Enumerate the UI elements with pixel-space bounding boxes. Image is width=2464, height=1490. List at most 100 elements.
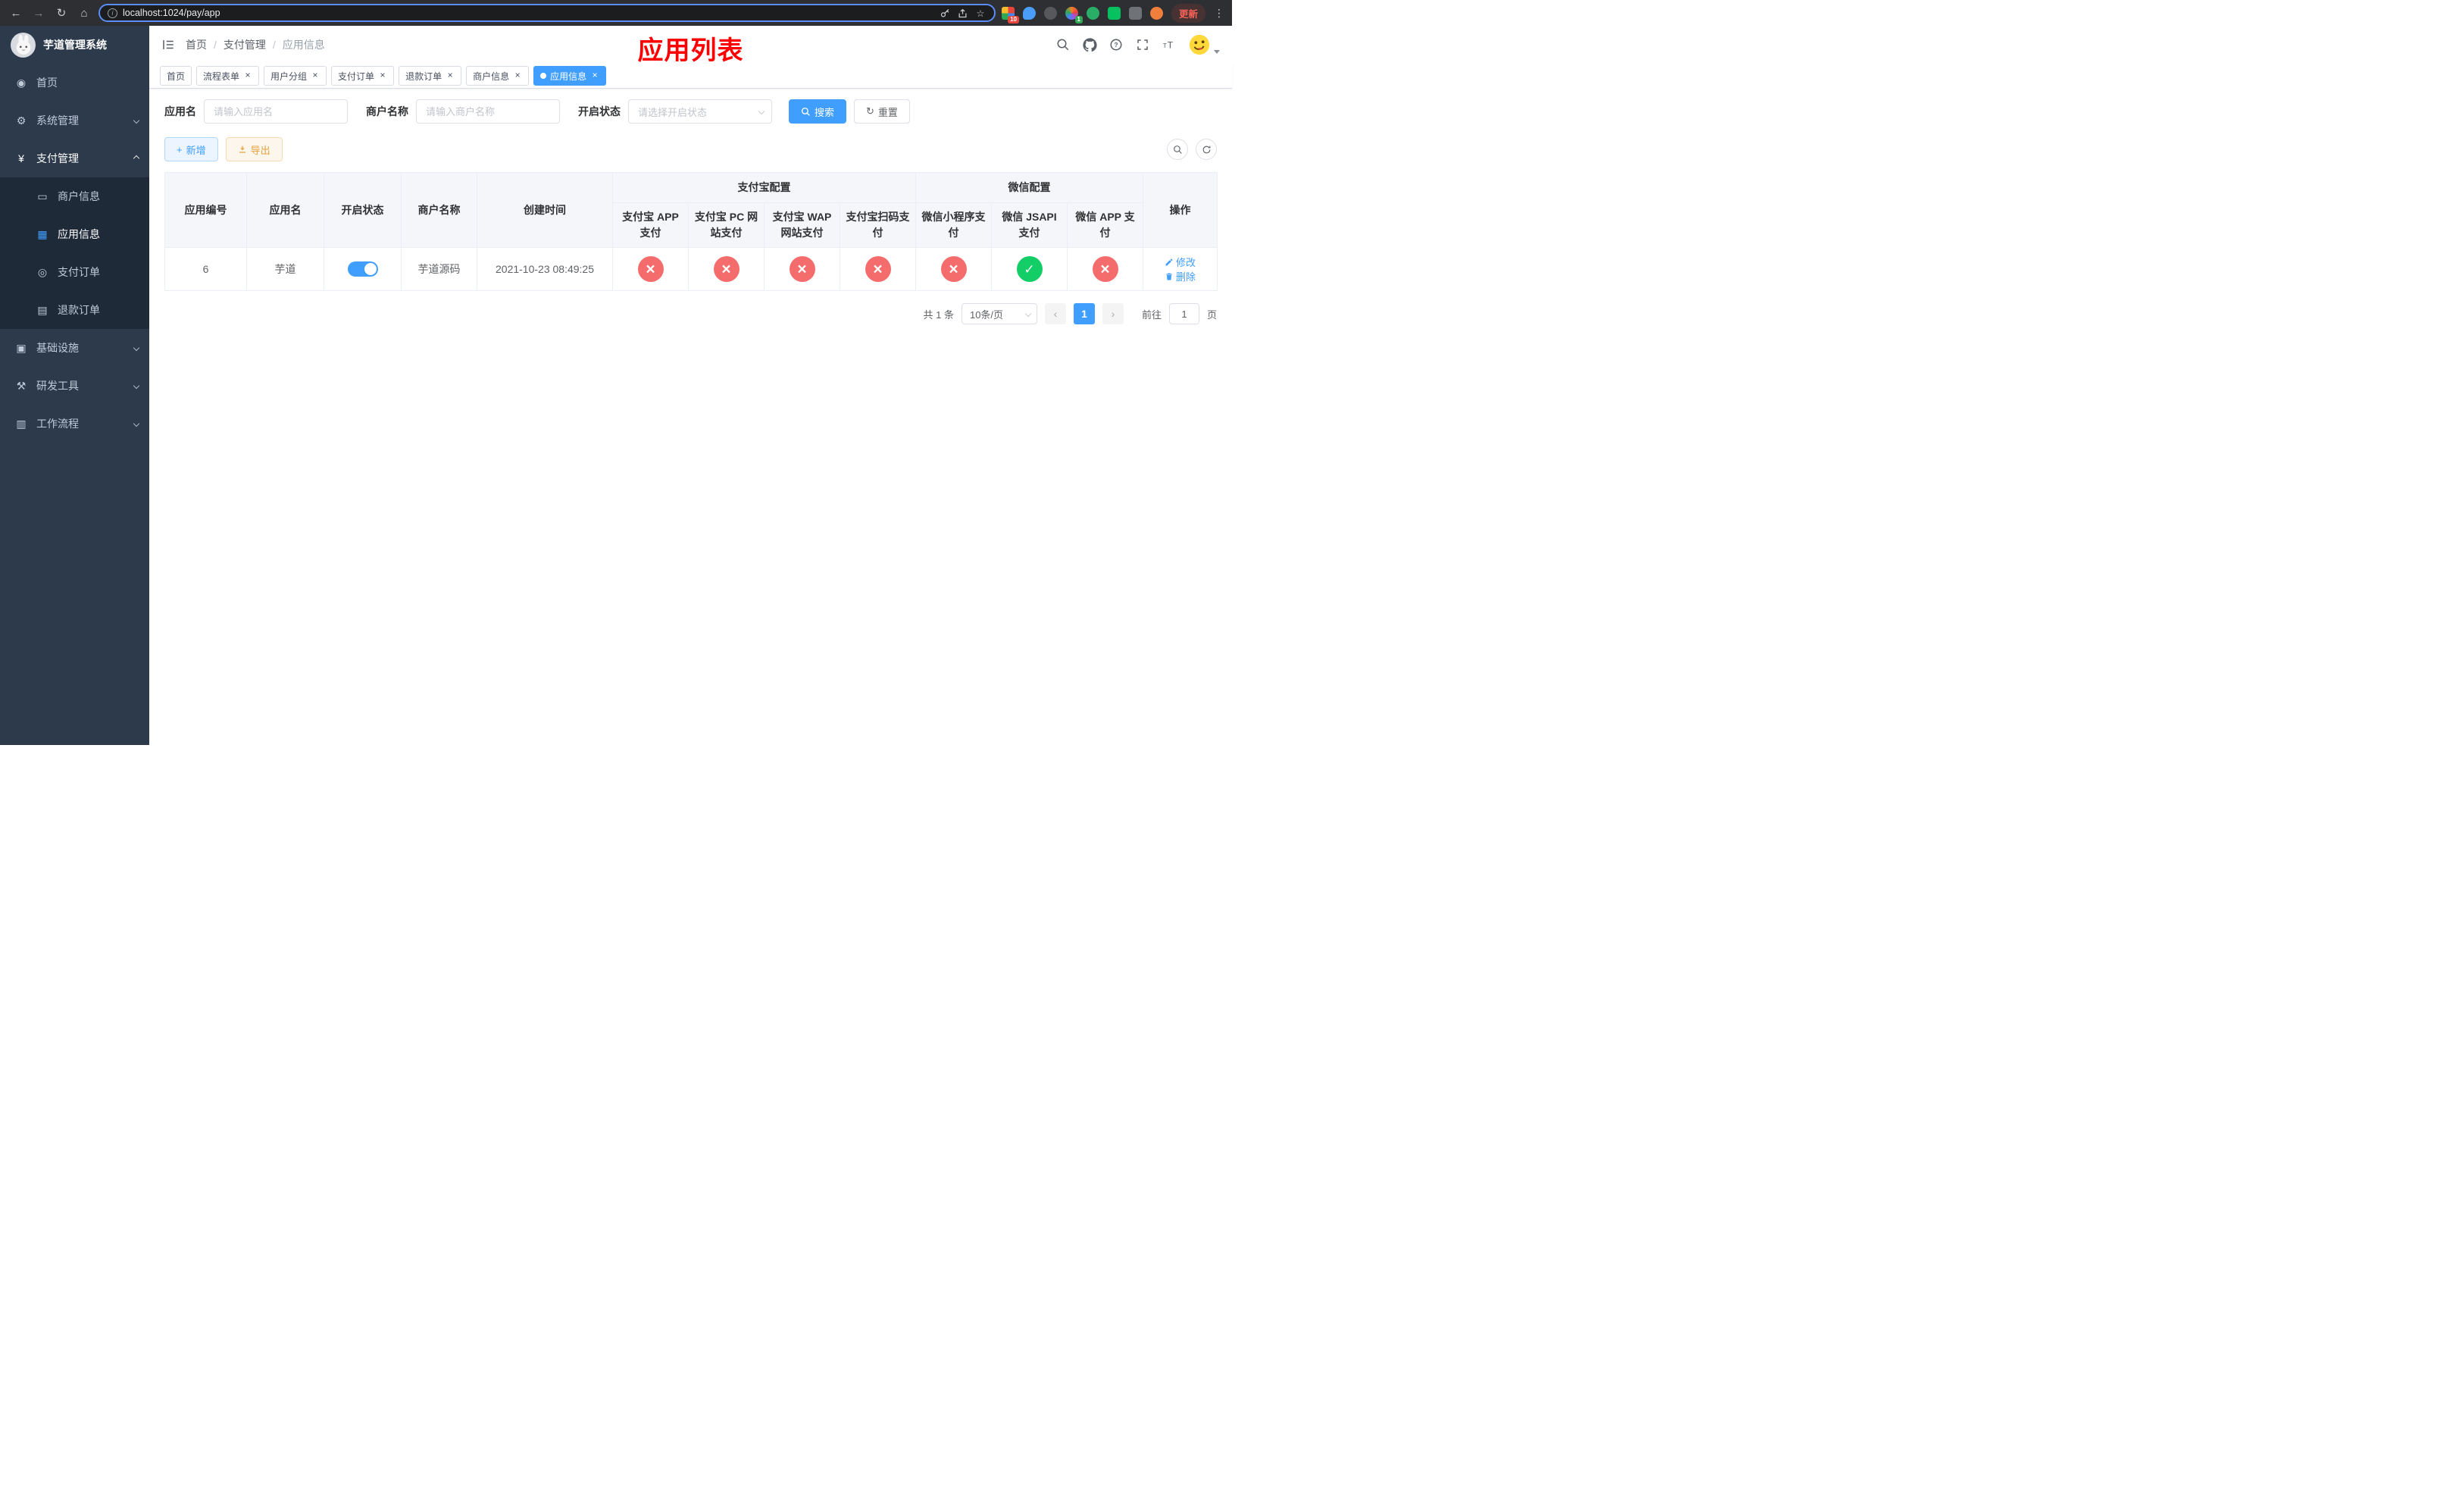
sidebar-item-app-info[interactable]: ▦ 应用信息 bbox=[0, 215, 149, 253]
sidebar-item-devtools[interactable]: ⚒ 研发工具 bbox=[0, 367, 149, 405]
export-button[interactable]: 导出 bbox=[225, 137, 283, 161]
extension-icon-4[interactable]: 1 bbox=[1065, 6, 1083, 23]
merchant-name-label: 商户名称 bbox=[366, 105, 408, 117]
extension-icon-1[interactable]: 10 bbox=[1001, 6, 1019, 23]
edit-link-label: 修改 bbox=[1175, 257, 1196, 268]
alipay-wap-status-icon bbox=[789, 256, 815, 282]
sidebar-item-merchant-info[interactable]: ▭ 商户信息 bbox=[0, 177, 149, 215]
status-select[interactable]: 请选择开启状态 bbox=[628, 99, 772, 124]
search-button[interactable]: 搜索 bbox=[789, 99, 847, 124]
wx-jsapi-status-icon bbox=[1016, 256, 1043, 282]
sidebar-item-label: 基础设施 bbox=[36, 342, 79, 354]
prev-page-button[interactable]: ‹ bbox=[1044, 303, 1066, 324]
breadcrumb-home[interactable]: 首页 bbox=[186, 37, 207, 52]
browser-chrome: ← → ↻ ⌂ i localhost:1024/pay/app ☆ 10 1 … bbox=[0, 0, 1232, 26]
browser-back-icon[interactable]: ← bbox=[8, 5, 24, 21]
sidebar-item-infra[interactable]: ▣ 基础设施 bbox=[0, 329, 149, 367]
extension-icon-3[interactable] bbox=[1043, 6, 1057, 20]
extension-icon-5[interactable] bbox=[1086, 6, 1099, 20]
page-content: 应用名 商户名称 开启状态 请选择开启状态 搜索 ↻ 重置 bbox=[149, 89, 1232, 745]
reset-button[interactable]: ↻ 重置 bbox=[854, 99, 910, 124]
browser-update-button[interactable]: 更新 bbox=[1171, 3, 1205, 23]
chevron-down-icon bbox=[133, 382, 140, 390]
extension-icon-2[interactable] bbox=[1022, 6, 1036, 20]
reset-icon: ↻ bbox=[866, 105, 874, 117]
site-info-icon[interactable]: i bbox=[108, 8, 117, 18]
fullscreen-icon[interactable] bbox=[1135, 37, 1150, 52]
help-icon[interactable]: ? bbox=[1108, 37, 1124, 52]
goto-page-input[interactable] bbox=[1168, 303, 1199, 324]
status-toggle[interactable] bbox=[347, 261, 378, 277]
sidebar-collapse-icon[interactable] bbox=[161, 38, 175, 52]
page-size-select[interactable]: 10条/页 bbox=[961, 303, 1037, 324]
tab-app-info[interactable]: 应用信息 × bbox=[533, 66, 607, 86]
tab-user-group[interactable]: 用户分组 × bbox=[264, 66, 327, 86]
browser-refresh-icon[interactable]: ↻ bbox=[53, 5, 70, 21]
tab-merchant-info[interactable]: 商户信息 × bbox=[466, 66, 530, 86]
pagination: 共 1 条 10条/页 ‹ 1 › 前往 页 bbox=[164, 303, 1217, 324]
column-header: 微信 JSAPI 支付 bbox=[991, 202, 1068, 248]
extension-puzzle-icon[interactable] bbox=[1128, 6, 1142, 20]
toggle-search-button[interactable] bbox=[1167, 139, 1188, 160]
page-number-button[interactable]: 1 bbox=[1073, 303, 1095, 324]
browser-menu-icon[interactable]: ⋮ bbox=[1214, 7, 1224, 20]
close-icon[interactable]: × bbox=[243, 70, 252, 80]
sidebar-item-home[interactable]: ◉ 首页 bbox=[0, 64, 149, 102]
close-icon[interactable]: × bbox=[446, 70, 455, 80]
share-icon[interactable] bbox=[957, 7, 969, 19]
sidebar-item-label: 商户信息 bbox=[58, 190, 100, 202]
close-icon[interactable]: × bbox=[590, 70, 599, 80]
merchant-name-input[interactable] bbox=[416, 99, 560, 124]
app-name-input[interactable] bbox=[204, 99, 348, 124]
tab-pay-order[interactable]: 支付订单 × bbox=[331, 66, 395, 86]
sidebar-item-payment[interactable]: ¥ 支付管理 bbox=[0, 139, 149, 177]
delete-link[interactable]: 删除 bbox=[1165, 269, 1196, 283]
github-icon[interactable] bbox=[1082, 37, 1097, 52]
breadcrumb-separator: / bbox=[272, 39, 276, 51]
sidebar-item-pay-order[interactable]: ◎ 支付订单 bbox=[0, 253, 149, 291]
font-size-icon[interactable]: TT bbox=[1162, 37, 1177, 52]
close-icon[interactable]: × bbox=[378, 70, 387, 80]
search-icon[interactable] bbox=[1055, 37, 1071, 52]
close-icon[interactable]: × bbox=[311, 70, 320, 80]
app-name-label: 应用名 bbox=[164, 105, 196, 117]
browser-home-icon[interactable]: ⌂ bbox=[76, 5, 92, 21]
password-key-icon[interactable] bbox=[940, 7, 952, 19]
app-title: 芋道管理系统 bbox=[43, 39, 107, 51]
user-avatar[interactable] bbox=[1188, 33, 1220, 56]
goto-label: 前往 bbox=[1141, 308, 1162, 321]
extension-icon-8[interactable] bbox=[1149, 6, 1163, 20]
tab-label: 商户信息 bbox=[473, 70, 510, 82]
next-page-button[interactable]: › bbox=[1102, 303, 1124, 324]
app-table: 应用编号 应用名 开启状态 商户名称 创建时间 支付宝配置 微信配置 操作 支付… bbox=[164, 172, 1218, 291]
sidebar-item-workflow[interactable]: ▥ 工作流程 bbox=[0, 405, 149, 443]
tab-label: 退款订单 bbox=[405, 70, 442, 82]
tab-home[interactable]: 首页 bbox=[160, 66, 192, 86]
table-toolbar: + 新增 导出 bbox=[164, 137, 1217, 161]
bookmark-star-icon[interactable]: ☆ bbox=[974, 7, 987, 19]
top-navbar: 首页 / 支付管理 / 应用信息 应用列表 ? T T bbox=[149, 26, 1232, 65]
edit-link[interactable]: 修改 bbox=[1165, 255, 1196, 269]
url-text[interactable]: localhost:1024/pay/app bbox=[123, 8, 934, 18]
annotation-title: 应用列表 bbox=[637, 36, 744, 65]
tab-refund-order[interactable]: 退款订单 × bbox=[399, 66, 462, 86]
add-button[interactable]: + 新增 bbox=[164, 137, 218, 161]
sidebar-item-label: 应用信息 bbox=[58, 228, 100, 240]
sidebar-item-label: 退款订单 bbox=[58, 304, 100, 316]
close-icon[interactable]: × bbox=[513, 70, 522, 80]
sidebar-item-refund-order[interactable]: ▤ 退款订单 bbox=[0, 291, 149, 329]
extension-icon-6[interactable] bbox=[1107, 6, 1121, 20]
sidebar-item-label: 工作流程 bbox=[36, 418, 79, 430]
app-logo[interactable]: 芋道管理系统 bbox=[0, 26, 149, 64]
breadcrumb-payment[interactable]: 支付管理 bbox=[224, 37, 266, 52]
cell-created: 2021-10-23 08:49:25 bbox=[477, 247, 613, 291]
tab-process-form[interactable]: 流程表单 × bbox=[196, 66, 260, 86]
refresh-table-button[interactable] bbox=[1196, 139, 1217, 160]
column-header: 应用编号 bbox=[164, 172, 247, 248]
sidebar-item-system[interactable]: ⚙ 系统管理 bbox=[0, 102, 149, 139]
extension-badge: 10 bbox=[1008, 15, 1019, 23]
url-bar[interactable]: i localhost:1024/pay/app ☆ bbox=[98, 4, 996, 22]
browser-forward-icon[interactable]: → bbox=[30, 5, 47, 21]
status-label: 开启状态 bbox=[578, 105, 621, 117]
filter-form: 应用名 商户名称 开启状态 请选择开启状态 搜索 ↻ 重置 bbox=[164, 99, 1217, 124]
